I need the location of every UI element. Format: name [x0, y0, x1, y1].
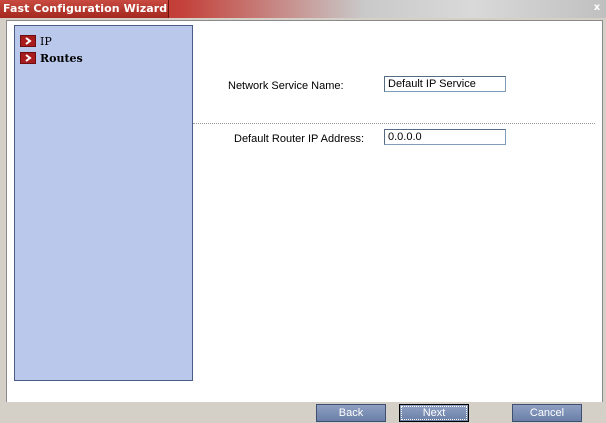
default-router-ip-label: Default Router IP Address: [234, 133, 365, 145]
nav-item-ip[interactable]: IP [20, 34, 52, 48]
nav-item-label: Routes [40, 51, 83, 65]
nav-item-routes[interactable]: Routes [20, 51, 83, 65]
wizard-main-panel: Network Service Name: Default Router IP … [193, 25, 595, 381]
wizard-nav-panel: IP Routes [14, 25, 193, 381]
back-button[interactable]: Back [316, 404, 386, 422]
default-router-ip-input[interactable] [384, 129, 506, 145]
title-tab: Fast Configuration Wizard [0, 0, 169, 18]
close-icon[interactable]: x [590, 1, 604, 15]
button-bar: Back Next Cancel [0, 402, 606, 423]
window-title: Fast Configuration Wizard [3, 2, 168, 15]
cancel-button[interactable]: Cancel [512, 404, 582, 422]
network-service-name-input[interactable] [384, 76, 506, 92]
chevron-right-icon [20, 52, 36, 64]
section-divider [193, 123, 595, 124]
next-button[interactable]: Next [399, 404, 469, 422]
wizard-window: Fast Configuration Wizard x IP Routes Ne… [0, 0, 606, 423]
network-service-name-label: Network Service Name: [228, 80, 344, 92]
nav-item-label: IP [40, 34, 52, 48]
chevron-right-icon [20, 35, 36, 47]
title-bar[interactable]: Fast Configuration Wizard x [0, 0, 606, 18]
